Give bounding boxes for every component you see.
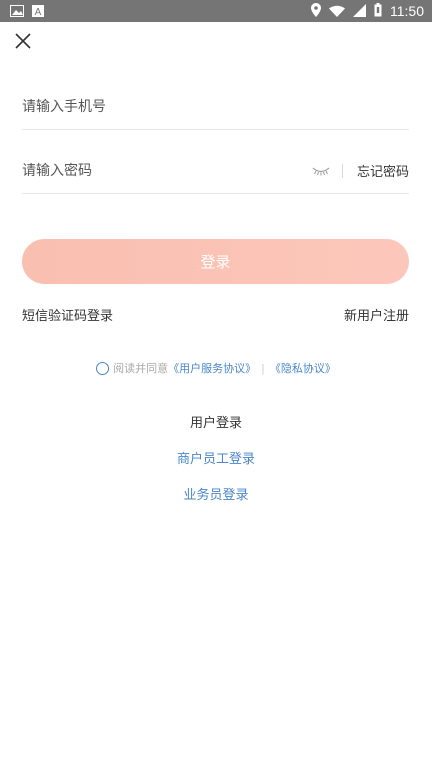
toggle-password-visibility-button[interactable]	[312, 165, 332, 177]
agreement-checkbox[interactable]	[96, 361, 110, 375]
user-agreement-link[interactable]: 《用户服务协议》	[168, 360, 256, 376]
svg-text:A: A	[35, 7, 42, 17]
phone-input[interactable]	[22, 84, 409, 129]
eye-closed-icon	[312, 161, 330, 180]
close-icon	[15, 33, 31, 53]
secondary-links: 短信验证码登录 新用户注册	[22, 305, 409, 324]
close-button[interactable]	[12, 32, 34, 54]
battery-icon	[374, 2, 382, 21]
location-icon	[311, 2, 321, 21]
agreement-prefix: 阅读并同意	[113, 362, 169, 375]
salesperson-login-link[interactable]: 业务员登录	[0, 484, 432, 503]
text-a-icon: A	[32, 2, 44, 21]
password-field-row: 忘记密码	[22, 148, 409, 194]
forgot-password-link[interactable]: 忘记密码	[357, 161, 409, 180]
user-login-label: 用户登录	[189, 416, 242, 431]
agreement-separator: |	[261, 361, 265, 375]
merchant-staff-login-link[interactable]: 商户员工登录	[0, 448, 432, 467]
login-button[interactable]: 登录	[22, 239, 409, 284]
divider	[341, 163, 343, 178]
status-bar: A 11:50	[0, 0, 432, 22]
sms-login-link[interactable]: 短信验证码登录	[22, 305, 113, 324]
signal-icon	[353, 2, 366, 21]
wifi-icon	[329, 2, 345, 21]
privacy-policy-link[interactable]: 《隐私协议》	[270, 360, 336, 376]
agreement-row: 阅读并同意 《用户服务协议》 | 《隐私协议》	[0, 360, 432, 376]
register-link[interactable]: 新用户注册	[344, 305, 409, 324]
password-input[interactable]	[22, 148, 312, 193]
image-icon	[10, 2, 24, 21]
status-time: 11:50	[390, 3, 424, 19]
phone-field-row	[22, 84, 409, 130]
